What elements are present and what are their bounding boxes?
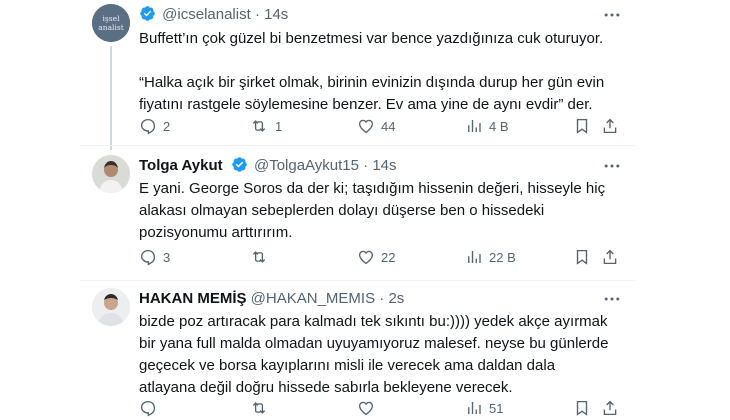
bookmark-button[interactable] [573, 398, 591, 418]
tweet-paragraph: “Halka açık bir şirket olmak, birinin ev… [139, 74, 605, 113]
views-button[interactable]: 4 B [465, 116, 509, 136]
reply-icon [140, 400, 156, 417]
avatar-icselanalist-image: işsel analist [92, 4, 130, 42]
more-icon[interactable] [602, 5, 622, 25]
tweet-author-name[interactable]: Tolga Aykut [139, 157, 223, 174]
tweet-text: Buffett’ın çok güzel bi benzetmesi var b… [139, 28, 609, 116]
bookmark-icon [576, 400, 588, 416]
share-button[interactable] [601, 116, 619, 136]
tweet-actions: 2 1 44 4 B [139, 116, 619, 136]
tweet-header: HAKAN MEMİŞ @HAKAN_MEMIS · 2s [139, 289, 404, 309]
separator-dot: · [363, 157, 369, 174]
reply-button[interactable]: 2 [139, 116, 170, 136]
tweet-hakanmemis[interactable]: HAKAN MEMİŞ @HAKAN_MEMIS · 2s bizde poz … [0, 280, 730, 420]
share-button[interactable] [601, 398, 619, 418]
separator-dot: · [254, 6, 260, 23]
like-button[interactable]: 22 [357, 247, 395, 267]
retweet-icon [252, 120, 266, 132]
avatar-hakanmemis[interactable] [92, 288, 130, 326]
like-icon [358, 119, 374, 134]
tweet-paragraph: bizde poz artıracak para kalmadı tek sık… [139, 313, 609, 396]
reply-count: 2 [163, 118, 171, 134]
bookmark-icon [576, 118, 588, 134]
views-icon [468, 251, 481, 263]
retweet-button[interactable] [249, 398, 275, 418]
tweet-paragraph: Buffett’ın çok güzel bi benzetmesi var b… [139, 30, 604, 47]
reply-button[interactable]: 3 [139, 247, 170, 267]
tweet-text: bizde poz artıracak para kalmadı tek sık… [139, 311, 609, 399]
reply-icon [140, 118, 156, 135]
like-count: 44 [381, 118, 396, 134]
views-count: 4 B [489, 118, 509, 134]
thread-connector [110, 46, 112, 150]
share-button[interactable] [601, 247, 619, 267]
share-icon [603, 249, 617, 265]
tweet-actions: 3 22 22 B [139, 247, 619, 267]
verified-badge-icon [232, 157, 247, 172]
retweet-icon [252, 251, 266, 263]
like-icon [358, 401, 374, 416]
bookmark-button[interactable] [573, 116, 591, 136]
views-button[interactable]: 51 [465, 398, 503, 418]
tweet-time[interactable]: 2s [388, 290, 404, 307]
retweet-icon [252, 402, 266, 414]
tweet-actions: 51 [139, 398, 619, 418]
bookmark-icon [576, 249, 588, 265]
views-icon [468, 402, 481, 414]
like-count: 22 [381, 249, 396, 265]
like-icon [358, 250, 374, 265]
tweet-handle[interactable]: @TolgaAykut15 [254, 157, 359, 174]
tweet-paragraph: E yani. George Soros da der ki; taşıdığı… [139, 180, 606, 241]
avatar-hakanmemis-image [92, 288, 130, 326]
tweet-header: Tolga Aykut @TolgaAykut15 · 14s [139, 156, 397, 176]
more-icon[interactable] [602, 156, 622, 176]
avatar-tolgaaykut[interactable] [92, 155, 130, 193]
more-icon[interactable] [602, 289, 622, 309]
reply-icon [140, 249, 156, 266]
retweet-count: 1 [275, 118, 283, 134]
tweet-icselanalist[interactable]: işsel analist @icselanalist · 14s Buffet… [0, 0, 730, 150]
tweet-text: E yani. George Soros da der ki; taşıdığı… [139, 178, 609, 244]
share-icon [603, 118, 617, 134]
views-count: 22 B [489, 249, 516, 265]
svg-text:işsel: işsel [103, 14, 121, 23]
retweet-button[interactable] [249, 247, 275, 267]
views-button[interactable]: 22 B [465, 247, 516, 267]
views-count: 51 [489, 400, 504, 416]
like-button[interactable] [357, 398, 381, 418]
bookmark-button[interactable] [573, 247, 591, 267]
svg-text:analist: analist [98, 23, 123, 32]
retweet-button[interactable]: 1 [249, 116, 282, 136]
separator-dot: · [379, 290, 385, 307]
tweet-time[interactable]: 14s [264, 6, 288, 23]
tweet-handle[interactable]: @HAKAN_MEMIS [251, 290, 375, 307]
reply-count: 3 [163, 249, 171, 265]
avatar-tolgaaykut-image [92, 155, 130, 193]
paragraph-spacer [139, 50, 609, 72]
tweet-author-name[interactable]: HAKAN MEMİŞ [139, 290, 247, 307]
tweet-time[interactable]: 14s [372, 157, 396, 174]
reply-button[interactable] [139, 398, 163, 418]
views-icon [468, 120, 481, 132]
tweet-handle[interactable]: @icselanalist [162, 6, 251, 23]
share-icon [603, 400, 617, 416]
like-button[interactable]: 44 [357, 116, 395, 136]
tweet-tolgaaykut[interactable]: Tolga Aykut @TolgaAykut15 · 14s E yani. … [0, 145, 730, 280]
tweet-header: @icselanalist · 14s [139, 5, 288, 25]
avatar-icselanalist[interactable]: işsel analist [92, 4, 130, 42]
verified-badge-icon [140, 6, 155, 21]
